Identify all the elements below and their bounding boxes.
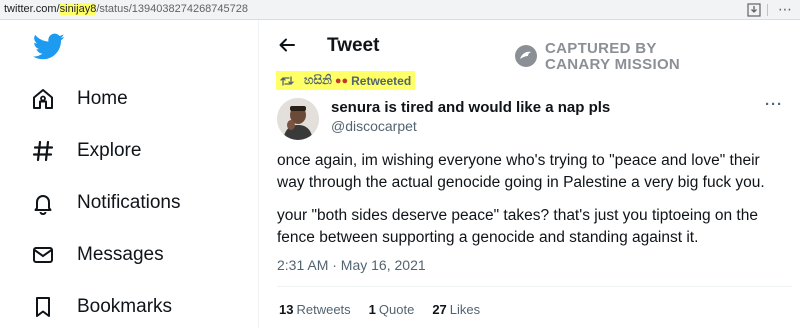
- sidebar-item-home[interactable]: Home: [30, 79, 128, 119]
- twitter-logo-icon[interactable]: [33, 33, 65, 61]
- likes-count: 27: [432, 302, 447, 317]
- column-divider: [258, 20, 259, 328]
- avatar[interactable]: [277, 98, 319, 140]
- author-handle[interactable]: @discocarpet: [331, 118, 417, 134]
- watermark-line1: CAPTURED BY: [545, 40, 657, 57]
- sidebar-item-label: Home: [77, 88, 128, 109]
- tweet-stats: 13 Retweets 1 Quote 27 Likes: [279, 302, 498, 317]
- sidebar-item-label: Bookmarks: [77, 296, 173, 317]
- retweeted-label: Retweeted: [351, 73, 412, 88]
- retweets-label: Retweets: [296, 302, 351, 317]
- tweet-timestamp[interactable]: 2:31 AM · May 16, 2021: [277, 257, 426, 273]
- sidebar-item-label: Explore: [77, 140, 142, 161]
- watermark: CAPTURED BY CANARY MISSION: [545, 41, 680, 73]
- retweets-count: 13: [279, 302, 294, 317]
- url-username-highlight: sinijay8: [59, 3, 97, 15]
- envelope-icon: [30, 242, 56, 268]
- quotes-label: Quote: [378, 302, 415, 317]
- bell-icon: [30, 190, 56, 216]
- sidebar-item-label: Notifications: [77, 192, 181, 213]
- cherry-emoji-icon: ●●: [334, 74, 349, 87]
- sidebar-item-bookmarks[interactable]: Bookmarks: [30, 287, 172, 327]
- sidebar-item-label: Messages: [77, 244, 164, 265]
- url-text[interactable]: twitter.com/sinijay8/status/139403827426…: [4, 3, 248, 15]
- url-path: /status/1394038274268745728: [96, 3, 249, 15]
- canary-mission-logo-icon: [515, 45, 537, 67]
- hashtag-icon: [30, 138, 56, 164]
- author-display-name[interactable]: senura is tired and would like a nap pls: [331, 99, 610, 116]
- tweet-text-paragraph: once again, im wishing everyone who's tr…: [277, 152, 765, 191]
- back-arrow-icon[interactable]: [278, 36, 296, 54]
- likes-label: Likes: [449, 302, 481, 317]
- retweets-stat[interactable]: 13 Retweets: [279, 302, 351, 317]
- sidebar-item-notifications[interactable]: Notifications: [30, 183, 181, 223]
- sidebar-item-explore[interactable]: Explore: [30, 131, 141, 171]
- tweet-text-paragraph: your "both sides deserve peace" takes? t…: [277, 207, 758, 246]
- bookmark-icon: [30, 294, 56, 320]
- sidebar-item-messages[interactable]: Messages: [30, 235, 164, 275]
- home-icon: [30, 86, 56, 112]
- retweet-icon: [280, 75, 294, 86]
- quotes-count: 1: [368, 302, 376, 317]
- watermark-line2: CANARY MISSION: [545, 56, 681, 73]
- address-bar[interactable]: twitter.com/sinijay8/status/139403827426…: [0, 0, 800, 20]
- tweet-more-options-icon[interactable]: ···: [765, 96, 783, 113]
- retweet-indicator[interactable]: හසිනි ●● Retweeted: [276, 71, 416, 90]
- retweeter-name[interactable]: හසිනි: [304, 73, 332, 88]
- likes-stat[interactable]: 27 Likes: [432, 302, 480, 317]
- download-icon[interactable]: [747, 3, 761, 17]
- quotes-stat[interactable]: 1 Quote: [369, 302, 415, 317]
- page-title: Tweet: [327, 35, 380, 56]
- toolbar-divider: [767, 4, 768, 16]
- url-domain: twitter.com/: [4, 3, 60, 15]
- divider: [277, 286, 792, 287]
- browser-menu-icon[interactable]: ⋯: [778, 1, 792, 18]
